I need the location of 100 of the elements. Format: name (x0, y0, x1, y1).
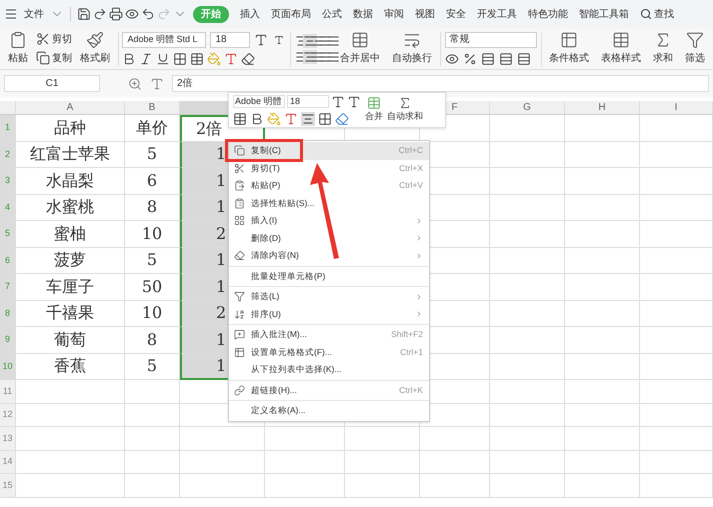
shortcut-label: Shift+F2 (391, 328, 423, 342)
cell-style-icon (190, 52, 204, 66)
search-button[interactable]: 查找 (640, 6, 674, 22)
font-field[interactable]: Adobe 明體 (233, 95, 285, 108)
paste-icon (234, 180, 245, 192)
number-format-field[interactable]: 常规 (444, 32, 536, 48)
column-header[interactable]: G (490, 101, 565, 114)
comment-icon (234, 329, 245, 340)
borders-icon (173, 52, 188, 66)
filter-button[interactable]: 筛选 (680, 31, 709, 66)
align-middle-icon (302, 34, 317, 48)
column-header[interactable]: I (640, 101, 713, 114)
currency-icon (444, 52, 458, 66)
font-color-icon (224, 52, 238, 66)
sum-button[interactable]: 求和 (648, 31, 677, 66)
fill-color-icon (267, 112, 281, 126)
underline-icon (156, 52, 170, 66)
copy-icon (36, 51, 50, 65)
menu-item[interactable]: 批量处理单元格(P) (229, 268, 429, 285)
merge-center-button[interactable]: 合并居中 (336, 31, 384, 66)
decrease-decimal-icon (516, 52, 530, 66)
font-color-icon (284, 112, 298, 126)
formula-field[interactable]: 2倍 (172, 75, 709, 92)
ribbon-tab[interactable]: 页面布局 (271, 6, 311, 22)
column-header[interactable]: H (565, 101, 640, 114)
menu-item[interactable]: 复制(C) Ctrl+C (229, 142, 429, 160)
grow-font-icon (254, 32, 268, 46)
column-header[interactable]: A (16, 101, 125, 114)
bold-icon (122, 52, 136, 66)
eraser-icon (241, 52, 256, 66)
bold-icon (250, 112, 264, 126)
zoom-icon (128, 76, 142, 90)
font-size-field[interactable]: 18 (210, 32, 250, 48)
table-cell (420, 427, 490, 450)
paste-button[interactable]: 粘贴 (4, 31, 32, 66)
undo-icon (141, 7, 155, 21)
ribbon-tab[interactable]: 插入 (240, 6, 260, 22)
cell-format-icon (234, 346, 245, 358)
table-style-button[interactable]: 表格样式 (596, 31, 645, 66)
copy-button[interactable]: 复制 (36, 50, 72, 66)
thousands-icon (480, 52, 494, 66)
conditional-format-icon (560, 31, 578, 49)
borders-icon (318, 112, 332, 126)
table-cell: 红富士苹果 (16, 142, 125, 168)
table-cell: 水蜜桃 (16, 194, 125, 221)
shrink-font-icon (347, 94, 361, 108)
table-cell: 千禧果 (16, 300, 125, 327)
autosum-button[interactable]: 自动求和 (387, 96, 423, 124)
increase-decimal-icon (498, 52, 512, 66)
cell-style-icon (233, 112, 247, 126)
table-cell: 单价 (125, 115, 180, 142)
ribbon-tab[interactable]: 数据 (353, 6, 373, 22)
name-box[interactable]: C1 (4, 75, 100, 92)
fill-color-icon (207, 52, 222, 66)
format-painter-button[interactable]: 格式刷 (76, 31, 114, 66)
link-icon (234, 384, 245, 396)
ribbon-tab[interactable]: 审阅 (384, 6, 404, 22)
wrap-text-button[interactable]: 自动换行 (388, 31, 436, 66)
italic-icon (139, 52, 154, 66)
table-cell: 菠萝 (16, 248, 125, 274)
table-cell: 车厘子 (16, 274, 125, 300)
function-icon (150, 76, 164, 90)
conditional-format-button[interactable]: 条件格式 (544, 31, 593, 66)
table-cell (420, 474, 490, 498)
ribbon-tab[interactable]: 视图 (415, 6, 435, 22)
scissors-icon (234, 162, 245, 174)
grow-font-icon (331, 94, 345, 108)
font-field[interactable]: Adobe 明體 Std L (122, 32, 206, 48)
shortcut-label: Ctrl+C (398, 144, 423, 158)
eraser-icon (234, 250, 245, 262)
ribbon-tab[interactable]: 特色功能 (528, 6, 568, 22)
clipboard-icon (234, 198, 245, 209)
filter-icon (234, 291, 245, 302)
merge-button[interactable]: 合并 (365, 96, 383, 124)
table-style-icon (612, 31, 630, 49)
ribbon-tab[interactable]: 开发工具 (477, 6, 517, 22)
preview-icon (125, 7, 139, 21)
table-cell (125, 474, 180, 498)
table-cell: 蜜柚 (16, 221, 125, 248)
outdent-icon (326, 34, 340, 48)
shortcut-label: Ctrl+V (399, 179, 423, 192)
font-size-field[interactable]: 18 (287, 95, 329, 108)
save-icon (77, 7, 91, 21)
shrink-font-icon (274, 34, 285, 45)
copy-icon (234, 145, 245, 156)
cut-button[interactable]: 剪切 (36, 32, 72, 46)
menu-item[interactable]: 定义名称(A)... (229, 402, 429, 420)
merge-center-icon (351, 31, 370, 49)
align-center-icon (302, 50, 317, 64)
table-cell (125, 450, 180, 474)
print-icon (109, 7, 123, 21)
ribbon-tab[interactable]: 安全 (446, 6, 466, 22)
ribbon-tab[interactable]: 公式 (322, 6, 342, 22)
ribbon-tab[interactable]: 智能工具箱 (579, 6, 629, 22)
table-cell (125, 427, 180, 450)
redo-icon (157, 7, 171, 21)
distribute-icon (326, 50, 340, 64)
menu-item[interactable]: 超链接(H)... Ctrl+K (229, 382, 429, 399)
file-menu[interactable]: 文件 (20, 6, 48, 22)
shortcut-label: Ctrl+X (399, 162, 423, 175)
